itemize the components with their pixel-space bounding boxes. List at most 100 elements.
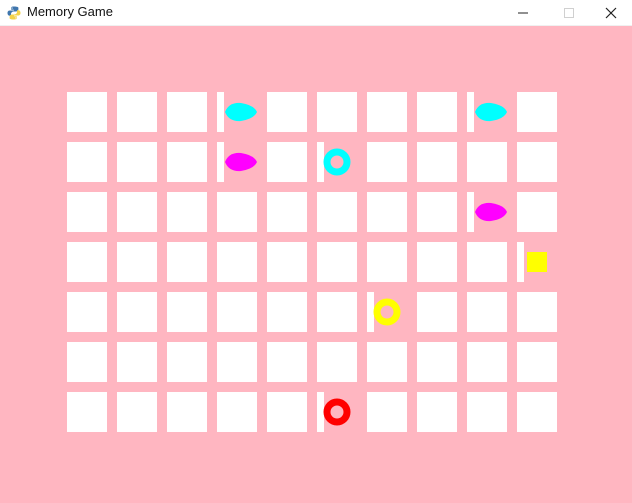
card-face-hidden[interactable] — [117, 242, 157, 282]
card-face-hidden[interactable] — [317, 92, 357, 132]
card-face-hidden[interactable] — [167, 392, 207, 432]
card-face-hidden[interactable] — [267, 92, 307, 132]
card-face-hidden[interactable] — [217, 392, 257, 432]
hidden-card-r3-c2[interactable] — [117, 192, 157, 232]
hidden-card-r4-c3[interactable] — [167, 242, 207, 282]
card-face-hidden[interactable] — [417, 142, 457, 182]
card-face-hidden[interactable] — [67, 342, 107, 382]
hidden-card-r5-c8[interactable] — [417, 292, 457, 332]
hidden-card-r7-c2[interactable] — [117, 392, 157, 432]
card-face-hidden[interactable] — [517, 192, 557, 232]
card-face-hidden[interactable] — [517, 292, 557, 332]
card-face-hidden[interactable] — [367, 192, 407, 232]
card-face-hidden[interactable] — [167, 242, 207, 282]
card-face-hidden[interactable] — [467, 242, 507, 282]
hidden-card-r1-c3[interactable] — [167, 92, 207, 132]
hidden-card-r7-c8[interactable] — [417, 392, 457, 432]
card-face-hidden[interactable] — [417, 342, 457, 382]
hidden-card-r7-c4[interactable] — [217, 392, 257, 432]
card-face-hidden[interactable] — [117, 142, 157, 182]
card-face-hidden[interactable] — [517, 392, 557, 432]
hidden-card-r5-c2[interactable] — [117, 292, 157, 332]
hidden-card-r4-c7[interactable] — [367, 242, 407, 282]
hidden-card-r6-c8[interactable] — [417, 342, 457, 382]
card-face-hidden[interactable] — [417, 292, 457, 332]
hidden-card-r6-c1[interactable] — [67, 342, 107, 382]
card-face-hidden[interactable] — [167, 342, 207, 382]
hidden-card-r7-c7[interactable] — [367, 392, 407, 432]
hidden-card-r3-c5[interactable] — [267, 192, 307, 232]
card-face-hidden[interactable] — [367, 242, 407, 282]
hidden-card-r5-c4[interactable] — [217, 292, 257, 332]
hidden-card-r1-c2[interactable] — [117, 92, 157, 132]
hidden-card-r5-c1[interactable] — [67, 292, 107, 332]
hidden-card-r4-c4[interactable] — [217, 242, 257, 282]
hidden-card-r3-c1[interactable] — [67, 192, 107, 232]
card-face-hidden[interactable] — [67, 392, 107, 432]
card-face-hidden[interactable] — [367, 142, 407, 182]
revealed-card-r2-c6[interactable] — [317, 142, 357, 182]
card-face-hidden[interactable] — [417, 242, 457, 282]
hidden-card-r2-c5[interactable] — [267, 142, 307, 182]
hidden-card-r6-c2[interactable] — [117, 342, 157, 382]
hidden-card-r3-c3[interactable] — [167, 192, 207, 232]
card-face-hidden[interactable] — [267, 342, 307, 382]
card-face-hidden[interactable] — [67, 142, 107, 182]
hidden-card-r5-c9[interactable] — [467, 292, 507, 332]
card-face-hidden[interactable] — [367, 342, 407, 382]
hidden-card-r1-c8[interactable] — [417, 92, 457, 132]
close-button[interactable] — [588, 0, 632, 26]
card-face-hidden[interactable] — [417, 92, 457, 132]
card-face-hidden[interactable] — [367, 392, 407, 432]
card-face-hidden[interactable] — [467, 392, 507, 432]
hidden-card-r7-c9[interactable] — [467, 392, 507, 432]
hidden-card-r6-c4[interactable] — [217, 342, 257, 382]
card-face-hidden[interactable] — [367, 92, 407, 132]
hidden-card-r5-c10[interactable] — [517, 292, 557, 332]
card-face-hidden[interactable] — [67, 292, 107, 332]
card-face-hidden[interactable] — [467, 342, 507, 382]
card-face-hidden[interactable] — [467, 292, 507, 332]
hidden-card-r7-c3[interactable] — [167, 392, 207, 432]
card-face-hidden[interactable] — [517, 92, 557, 132]
hidden-card-r2-c7[interactable] — [367, 142, 407, 182]
hidden-card-r3-c7[interactable] — [367, 192, 407, 232]
card-face-hidden[interactable] — [417, 192, 457, 232]
hidden-card-r7-c5[interactable] — [267, 392, 307, 432]
card-face-hidden[interactable] — [117, 192, 157, 232]
card-face-hidden[interactable] — [217, 292, 257, 332]
revealed-card-r4-c10[interactable] — [517, 242, 557, 282]
hidden-card-r6-c5[interactable] — [267, 342, 307, 382]
card-face-hidden[interactable] — [517, 142, 557, 182]
card-face-hidden[interactable] — [167, 192, 207, 232]
card-face-hidden[interactable] — [467, 142, 507, 182]
card-face-hidden[interactable] — [167, 92, 207, 132]
hidden-card-r2-c10[interactable] — [517, 142, 557, 182]
card-face-hidden[interactable] — [317, 192, 357, 232]
hidden-card-r4-c9[interactable] — [467, 242, 507, 282]
hidden-card-r4-c2[interactable] — [117, 242, 157, 282]
card-face-hidden[interactable] — [267, 242, 307, 282]
hidden-card-r6-c10[interactable] — [517, 342, 557, 382]
card-face-hidden[interactable] — [67, 92, 107, 132]
hidden-card-r6-c6[interactable] — [317, 342, 357, 382]
card-face-hidden[interactable] — [117, 92, 157, 132]
card-face-hidden[interactable] — [117, 342, 157, 382]
memory-board[interactable] — [0, 26, 632, 503]
card-face-hidden[interactable] — [267, 142, 307, 182]
hidden-card-r6-c7[interactable] — [367, 342, 407, 382]
card-face-hidden[interactable] — [217, 192, 257, 232]
card-face-hidden[interactable] — [267, 192, 307, 232]
card-face-hidden[interactable] — [317, 242, 357, 282]
revealed-card-r2-c4[interactable] — [217, 142, 257, 182]
hidden-card-r5-c3[interactable] — [167, 292, 207, 332]
hidden-card-r2-c9[interactable] — [467, 142, 507, 182]
hidden-card-r3-c6[interactable] — [317, 192, 357, 232]
hidden-card-r3-c10[interactable] — [517, 192, 557, 232]
card-face-hidden[interactable] — [517, 342, 557, 382]
card-face-hidden[interactable] — [117, 292, 157, 332]
card-face-hidden[interactable] — [67, 192, 107, 232]
revealed-card-r7-c6[interactable] — [317, 392, 357, 432]
card-face-hidden[interactable] — [267, 392, 307, 432]
hidden-card-r4-c6[interactable] — [317, 242, 357, 282]
